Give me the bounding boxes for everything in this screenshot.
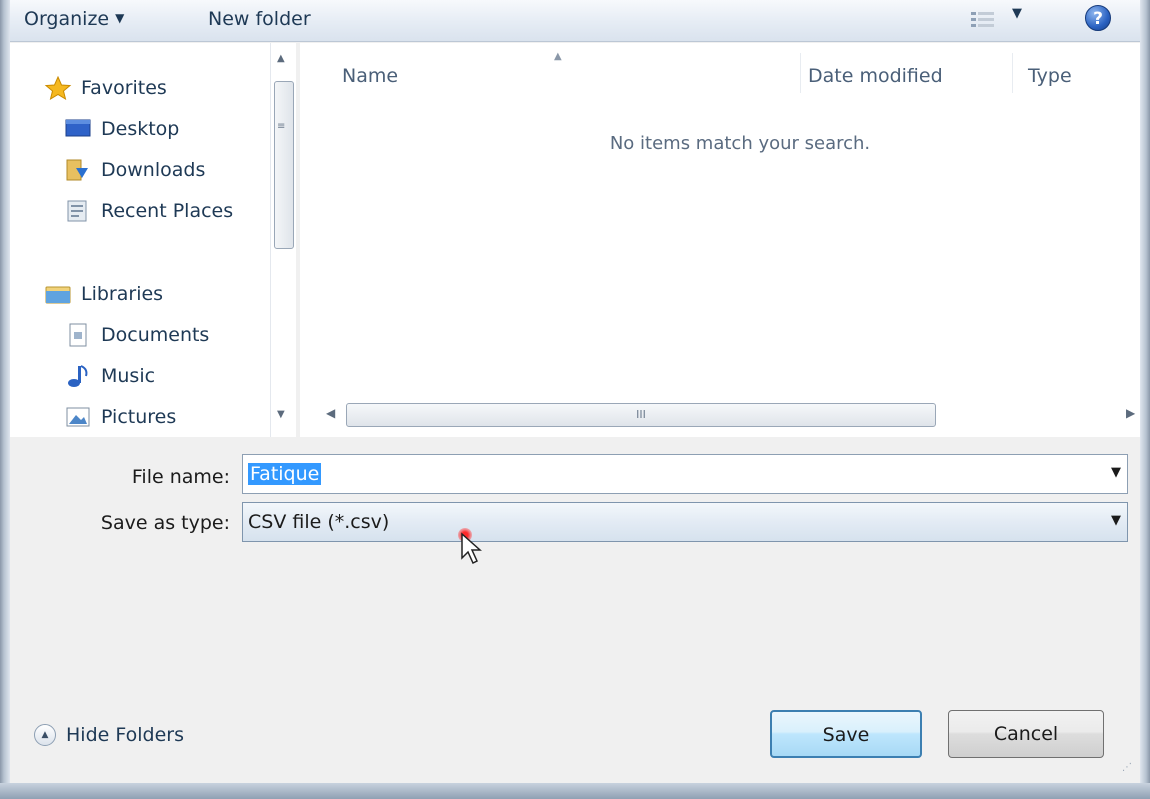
views-dropdown-icon[interactable]: ▼ [1012,6,1022,21]
recent-places-icon [67,200,87,222]
nav-label-favorites: Favorites [81,77,167,99]
chevron-up-icon: ▲ [34,724,56,746]
new-folder-button[interactable]: New folder [208,8,311,30]
organize-label: Organize [24,8,110,30]
scroll-up-icon[interactable]: ▲ [277,53,285,64]
nav-label-libraries: Libraries [81,283,164,305]
star-icon [44,76,72,100]
nav-label-music: Music [101,365,156,387]
horizontal-scrollbar[interactable]: ◀ III ▶ [300,401,1140,431]
desktop-icon [65,119,91,137]
save-as-type-label: Save as type: [100,512,230,534]
hide-folders-label: Hide Folders [66,724,184,746]
window-frame-bottom [0,783,1150,799]
navigation-scrollbar[interactable]: ▲ ≡ ▼ [270,43,296,437]
save-as-dialog: Organize▼ New folder ▼ ? Favorites Desk [10,0,1140,783]
nav-label-pictures: Pictures [101,406,177,428]
scroll-grip-icon: III [636,408,646,421]
scroll-right-icon[interactable]: ▶ [1126,406,1135,420]
toolbar: Organize ▼ New folder ▼ ? [10,0,1140,42]
scroll-left-icon[interactable]: ◀ [326,406,335,420]
nav-item-desktop[interactable]: Desktop [64,114,179,144]
save-button[interactable]: Save [770,710,922,758]
hide-folders-button[interactable]: ▲ Hide Folders [34,724,184,746]
pictures-icon [66,407,90,427]
nav-item-documents[interactable]: Documents [64,320,209,350]
documents-icon [69,323,87,347]
organize-button[interactable]: Organize ▼ [24,8,124,30]
nav-label-desktop: Desktop [101,118,180,140]
music-icon [68,365,88,387]
scroll-thumb[interactable] [274,81,294,249]
nav-item-pictures[interactable]: Pictures [64,402,176,432]
sort-indicator-icon: ▲ [554,51,562,62]
navigation-pane: Favorites Desktop Downloads Recent Place… [10,43,296,437]
file-name-value[interactable]: Fatique [248,463,322,485]
scroll-down-icon[interactable]: ▼ [277,409,285,420]
downloads-icon [66,159,88,181]
nav-item-downloads[interactable]: Downloads [64,155,205,185]
file-name-label: File name: [131,466,230,488]
column-header-name[interactable]: Name [342,65,398,87]
nav-label-recent-places: Recent Places [101,200,234,222]
nav-item-libraries[interactable]: Libraries [44,279,163,309]
mouse-pointer-icon [461,532,482,565]
nav-item-recent-places[interactable]: Recent Places [64,196,233,226]
column-divider[interactable] [800,53,801,93]
views-icon[interactable] [970,10,996,30]
nav-item-music[interactable]: Music [64,361,155,391]
libraries-icon [45,286,71,304]
nav-item-favorites[interactable]: Favorites [44,73,167,103]
file-list-pane: ▲ Name Date modified Type No items match… [300,43,1140,437]
empty-message: No items match your search. [609,133,871,154]
nav-label-documents: Documents [101,324,210,346]
cancel-button[interactable]: Cancel [948,710,1104,758]
chevron-down-icon[interactable]: ▼ [1111,465,1121,480]
help-icon[interactable]: ? [1085,5,1111,31]
chevron-down-icon: ▼ [115,11,125,25]
resize-grip-icon[interactable]: ⋰ [1122,762,1132,773]
chevron-down-icon[interactable]: ▼ [1111,513,1121,528]
horizontal-scroll-thumb[interactable]: III [346,403,936,427]
nav-label-downloads: Downloads [101,159,206,181]
save-as-type-value: CSV file (*.csv) [248,511,390,533]
save-as-type-select[interactable]: CSV file (*.csv) ▼ [242,502,1128,542]
scroll-grip-icon: ≡ [277,121,286,132]
column-header-date-modified[interactable]: Date modified [808,65,943,87]
column-header-type[interactable]: Type [1028,65,1072,87]
window-frame-right [1140,0,1150,799]
column-divider[interactable] [1012,53,1013,93]
file-name-combobox[interactable]: Fatique ▼ [242,454,1128,494]
window-frame-left [0,0,10,799]
